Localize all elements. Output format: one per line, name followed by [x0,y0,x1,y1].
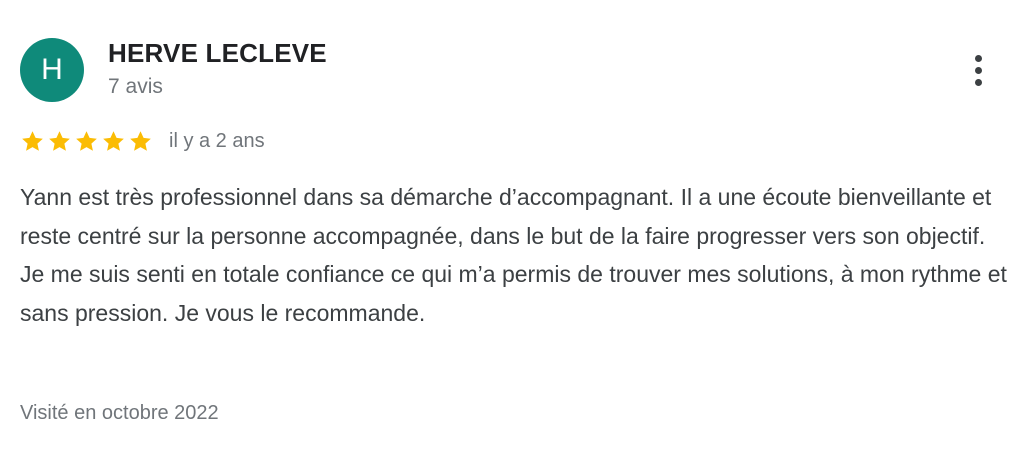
more-vert-icon [974,54,982,62]
avatar[interactable]: H [20,38,84,102]
star-icon [49,130,70,151]
avatar-initial: H [41,53,63,86]
more-vert-icon-dot [974,66,982,74]
review-card: H HERVE LECLEVE 7 avis il y a 2 ans Yann… [0,0,1028,452]
review-text: Yann est très professionnel dans sa déma… [20,184,1007,326]
review-time-ago: il y a 2 ans [169,129,265,152]
star-icon [103,130,124,151]
rating-row: il y a 2 ans [20,126,265,156]
star-icon [130,130,151,151]
reviewer-name[interactable]: HERVE LECLEVE [108,38,327,69]
more-vert-icon-dot [974,78,982,86]
star-rating [20,129,153,154]
more-options-button[interactable] [962,48,994,92]
visit-date: Visité en octobre 2022 [20,402,219,424]
review-count[interactable]: 7 avis [108,75,163,99]
star-icon [22,130,43,151]
star-icon [76,130,97,151]
